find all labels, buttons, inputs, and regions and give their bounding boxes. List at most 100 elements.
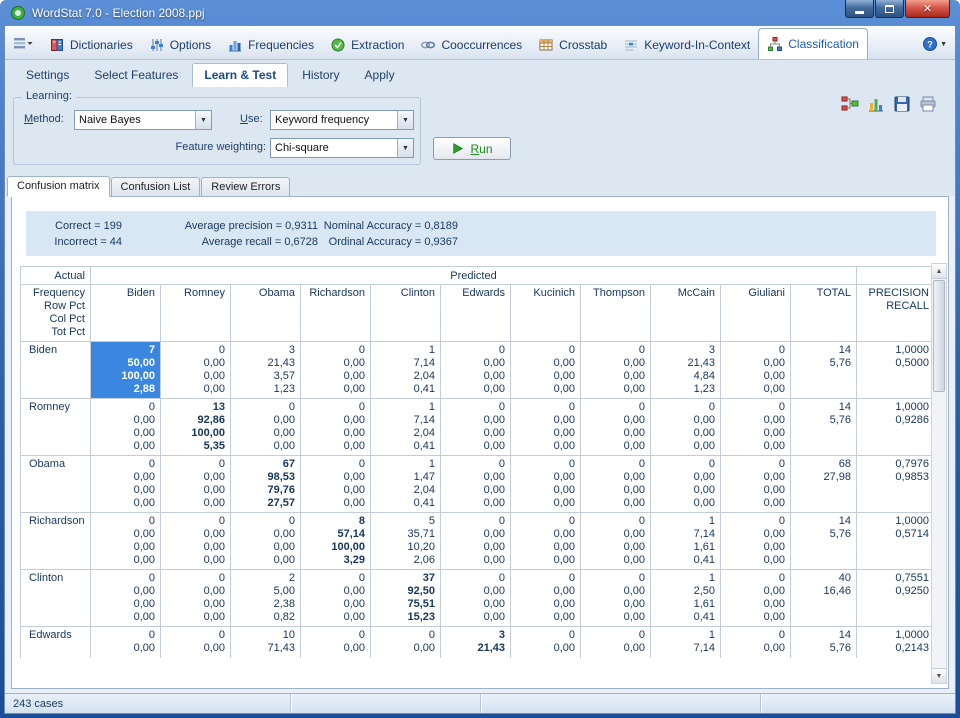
feature-weighting-select[interactable]: Chi-square ▼ xyxy=(270,138,414,158)
tab-learn-test[interactable]: Learn & Test xyxy=(192,63,288,87)
toolbar-item-extraction[interactable]: Extraction xyxy=(322,30,412,59)
matrix-cell[interactable]: 00,00 xyxy=(581,627,651,659)
matrix-cell[interactable]: 00,000,000,00 xyxy=(161,570,231,627)
toolbar-item-cooccurrences[interactable]: Cooccurrences xyxy=(412,30,530,59)
matrix-cell[interactable]: 00,000,000,00 xyxy=(231,513,301,570)
matrix-cell[interactable]: 1,00000,9286 xyxy=(857,399,935,456)
matrix-cell[interactable]: 00,000,000,00 xyxy=(161,513,231,570)
matrix-cell[interactable]: 750,00100,002,88 xyxy=(91,342,161,399)
use-select[interactable]: Keyword frequency ▼ xyxy=(270,110,414,130)
matrix-cell[interactable]: 00,000,000,00 xyxy=(581,456,651,513)
matrix-cell[interactable]: 321,434,841,23 xyxy=(651,342,721,399)
tab-confusion-matrix[interactable]: Confusion matrix xyxy=(7,176,110,197)
matrix-cell[interactable]: 00,000,000,00 xyxy=(441,456,511,513)
matrix-cell[interactable]: 00,000,000,00 xyxy=(301,342,371,399)
tab-history[interactable]: History xyxy=(291,64,350,87)
toolbar-item-options[interactable]: Options xyxy=(141,30,219,59)
matrix-cell[interactable]: 0,79760,9853 xyxy=(857,456,935,513)
matrix-cell[interactable]: 1071,43 xyxy=(231,627,301,659)
save-icon[interactable] xyxy=(893,95,911,113)
matrix-cell[interactable]: 145,76 xyxy=(791,627,857,659)
matrix-cell[interactable]: 00,000,000,00 xyxy=(581,570,651,627)
toolbar-item-keyword-in-context[interactable]: Keyword-In-Context xyxy=(615,30,758,59)
matrix-cell[interactable]: 00,000,000,00 xyxy=(511,456,581,513)
matrix-cell[interactable]: 321,43 xyxy=(441,627,511,659)
matrix-cell[interactable]: 00,00 xyxy=(161,627,231,659)
tab-select-features[interactable]: Select Features xyxy=(83,64,189,87)
matrix-cell[interactable]: 00,000,000,00 xyxy=(721,513,791,570)
method-select[interactable]: Naive Bayes ▼ xyxy=(74,110,212,130)
run-button[interactable]: Run xyxy=(433,137,511,160)
matrix-cell[interactable]: 00,000,000,00 xyxy=(651,456,721,513)
matrix-cell[interactable]: 1,00000,5714 xyxy=(857,513,935,570)
minimize-button[interactable] xyxy=(845,0,874,18)
matrix-cell[interactable]: 00,000,000,00 xyxy=(511,570,581,627)
matrix-cell[interactable]: 11,472,040,41 xyxy=(371,456,441,513)
matrix-cell[interactable]: 3792,5075,5115,23 xyxy=(371,570,441,627)
matrix-cell[interactable]: 00,000,000,00 xyxy=(301,456,371,513)
matrix-cell[interactable]: 00,000,000,00 xyxy=(721,342,791,399)
matrix-cell[interactable]: 321,433,571,23 xyxy=(231,342,301,399)
close-button[interactable]: ✕ xyxy=(905,0,950,18)
tab-confusion-list[interactable]: Confusion List xyxy=(111,177,201,196)
matrix-cell[interactable]: 6798,5379,7627,57 xyxy=(231,456,301,513)
scroll-up-icon[interactable]: ▲ xyxy=(932,264,946,279)
vertical-scrollbar[interactable]: ▲ ▼ xyxy=(931,263,947,684)
print-icon[interactable] xyxy=(919,95,937,113)
scroll-down-icon[interactable]: ▼ xyxy=(932,668,946,683)
chevron-down-icon[interactable]: ▼ xyxy=(397,111,413,129)
toolbar-item-frequencies[interactable]: Frequencies xyxy=(219,30,322,59)
toolbar-item-dictionaries[interactable]: Dictionaries xyxy=(41,30,141,59)
matrix-cell[interactable]: 00,000,000,00 xyxy=(91,399,161,456)
project-menu-button[interactable] xyxy=(9,31,37,55)
matrix-cell[interactable]: 00,000,000,00 xyxy=(581,513,651,570)
matrix-cell[interactable]: 17,142,040,41 xyxy=(371,342,441,399)
tab-apply[interactable]: Apply xyxy=(354,64,406,87)
matrix-cell[interactable]: 00,000,000,00 xyxy=(441,399,511,456)
scrollbar-thumb[interactable] xyxy=(933,280,945,392)
matrix-cell[interactable]: 00,000,000,00 xyxy=(301,570,371,627)
matrix-cell[interactable]: 00,000,000,00 xyxy=(511,399,581,456)
export-model-icon[interactable] xyxy=(841,95,859,113)
matrix-cell[interactable]: 00,00 xyxy=(91,627,161,659)
matrix-cell[interactable]: 00,00 xyxy=(721,627,791,659)
matrix-cell[interactable]: 0,75510,9250 xyxy=(857,570,935,627)
chevron-down-icon[interactable]: ▼ xyxy=(397,139,413,157)
app-logo-icon[interactable] xyxy=(10,5,26,21)
matrix-cell[interactable]: 00,000,000,00 xyxy=(721,456,791,513)
matrix-cell[interactable]: 00,000,000,00 xyxy=(231,399,301,456)
matrix-cell[interactable]: 1392,86100,005,35 xyxy=(161,399,231,456)
matrix-cell[interactable]: 00,000,000,00 xyxy=(441,513,511,570)
matrix-cell[interactable]: 12,501,610,41 xyxy=(651,570,721,627)
matrix-cell[interactable]: 00,000,000,00 xyxy=(511,342,581,399)
matrix-cell[interactable]: 6827,98 xyxy=(791,456,857,513)
matrix-cell[interactable]: 00,000,000,00 xyxy=(721,570,791,627)
matrix-cell[interactable]: 00,000,000,00 xyxy=(161,342,231,399)
matrix-cell[interactable]: 00,00 xyxy=(511,627,581,659)
matrix-cell[interactable]: 535,7110,202,06 xyxy=(371,513,441,570)
toolbar-item-classification[interactable]: Classification xyxy=(758,28,868,59)
matrix-cell[interactable]: 00,00 xyxy=(371,627,441,659)
tab-review-errors[interactable]: Review Errors xyxy=(201,177,290,196)
toolbar-item-crosstab[interactable]: Crosstab xyxy=(530,30,615,59)
matrix-cell[interactable]: 00,000,000,00 xyxy=(441,342,511,399)
matrix-cell[interactable]: 4016,46 xyxy=(791,570,857,627)
maximize-button[interactable] xyxy=(875,0,904,18)
matrix-cell[interactable]: 145,76 xyxy=(791,513,857,570)
matrix-cell[interactable]: 00,000,000,00 xyxy=(721,399,791,456)
matrix-cell[interactable]: 1,00000,5000 xyxy=(857,342,935,399)
matrix-cell[interactable]: 00,000,000,00 xyxy=(581,399,651,456)
chevron-down-icon[interactable]: ▼ xyxy=(195,111,211,129)
matrix-cell[interactable]: 00,000,000,00 xyxy=(91,456,161,513)
tab-settings[interactable]: Settings xyxy=(15,64,80,87)
matrix-cell[interactable]: 00,00 xyxy=(301,627,371,659)
matrix-cell[interactable]: 25,002,380,82 xyxy=(231,570,301,627)
matrix-cell[interactable]: 857,14100,003,29 xyxy=(301,513,371,570)
chart-icon[interactable] xyxy=(867,95,885,113)
matrix-cell[interactable]: 1,00000,2143 xyxy=(857,627,935,659)
matrix-cell[interactable]: 00,000,000,00 xyxy=(441,570,511,627)
matrix-cell[interactable]: 00,000,000,00 xyxy=(301,399,371,456)
title-bar[interactable]: WordStat 7.0 - Election 2008.ppj ✕ xyxy=(4,0,956,25)
matrix-cell[interactable]: 00,000,000,00 xyxy=(161,456,231,513)
matrix-cell[interactable]: 145,76 xyxy=(791,399,857,456)
